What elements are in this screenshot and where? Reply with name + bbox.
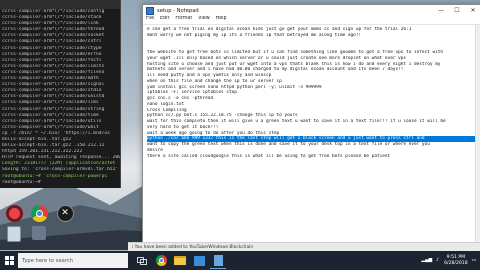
notepad-taskbar-icon[interactable] [210,253,226,269]
unknown-app-icon[interactable] [28,226,50,240]
text-editor[interactable]: e can get a free trial on digital ocean … [143,25,480,240]
editor-line[interactable]: the website to get free bots is limited … [147,50,477,56]
notification-center-icon[interactable]: ▭ [472,258,476,263]
editor-line[interactable] [147,234,477,240]
notification-text: i You have been added to YouTube/Windows… [132,244,254,250]
notepad-window[interactable]: setup - Notepad — ☐ ✕ File Edit Format V… [142,4,480,247]
system-tray: ▂▄▆ ♪ 9:51 PM 6/28/2018 ▭ [422,251,476,270]
clock-date: 6/28/2018 [444,260,468,266]
volume-icon[interactable]: ♪ [436,258,439,263]
chrome-taskbar-icon[interactable] [153,253,169,269]
notification-strip: i You have been added to YouTube/Windows… [128,242,480,251]
menu-format[interactable]: Format [175,16,192,24]
editor-line[interactable]: wait for this complete then it will give… [147,119,477,125]
recycle-bin-icon[interactable] [3,226,25,242]
terminal-line: root@ubuntu:~# [2,179,41,185]
menu-view[interactable]: View [198,16,209,24]
chrome-icon[interactable] [28,205,50,222]
menu-edit[interactable]: Edit [160,16,169,24]
notepad-app-icon [146,6,154,15]
taskbar-pinned [134,253,229,269]
clock[interactable]: 9:51 PM 6/28/2018 [444,255,468,266]
editor-line[interactable]: want to copy the green text when this is… [147,142,477,148]
xbox-icon[interactable]: ✕ [54,205,76,222]
minimize-button[interactable]: — [433,5,449,16]
clock-time: 9:51 PM [446,255,466,260]
start-button[interactable] [0,251,18,270]
record-icon[interactable] [3,205,25,222]
terminal-titlebar[interactable] [0,0,120,9]
menu-help[interactable]: Help [216,16,227,24]
notepad-titlebar[interactable]: setup - Notepad — ☐ ✕ [143,5,480,16]
maximize-button[interactable]: ☐ [449,5,465,16]
store-icon[interactable] [191,253,207,269]
terminal-output: ccrss-compiler-arm*(/*/include/config ccr… [0,9,120,186]
terminal-line: ccrss-compiler-arm*(/*/include/string [2,106,105,112]
windows-logo-icon [4,256,14,265]
menu-bar: File Edit Format View Help [143,16,480,25]
taskbar: Type here to search ▂▄▆ ♪ 9:51 PM 6/28/2… [0,251,480,270]
search-placeholder: Type here to search [22,257,73,264]
terminal-line: Saving to: 'cross-compiler-armv4l.tar.bz… [2,167,119,173]
window-controls: — ☐ ✕ [433,5,480,16]
terminal-line: root@ubuntu:~# 'cross-compiler-powerpc [2,173,108,179]
menu-file[interactable]: File [146,16,154,24]
window-title: setup - Notepad [157,7,199,14]
terminal-window[interactable]: ccrss-compiler-arm*(/*/include/config ccr… [0,0,121,188]
taskbar-search[interactable]: Type here to search [18,253,128,268]
task-view-icon[interactable] [134,253,150,269]
vertical-scrollbar[interactable] [475,25,480,246]
close-button[interactable]: ✕ [465,5,480,16]
file-explorer-icon[interactable] [172,253,188,269]
network-icon[interactable]: ▂▄▆ [422,258,433,263]
